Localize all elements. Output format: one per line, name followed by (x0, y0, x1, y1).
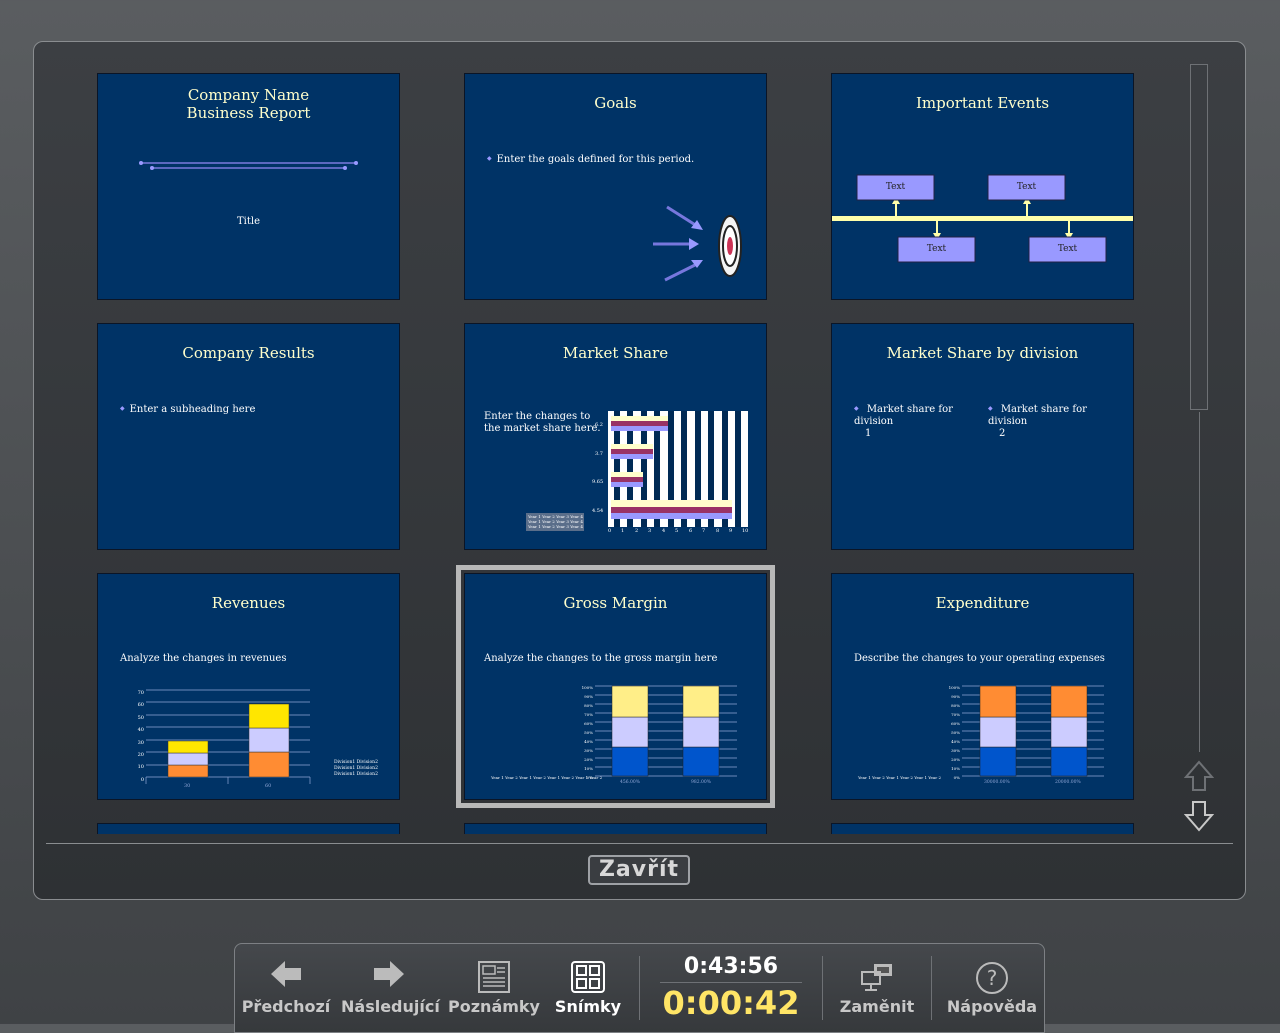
toolbar-divider (931, 956, 932, 1020)
slide-thumbnail-7[interactable]: Revenues Analyze the changes in revenues (97, 573, 400, 800)
chart-x-label: 30000.00% (984, 780, 1010, 785)
slide-sorter-panel: Company Name Business Report Title Goals… (33, 41, 1246, 900)
swap-displays-icon (861, 964, 892, 991)
chart-legend: Year 1 Year 2 Year 3 Year 4 Year 1 Year … (528, 514, 583, 529)
toolbar-divider (822, 956, 823, 1020)
notes-label: Poznámky (448, 997, 540, 1016)
chart-legend: Year 1 Year 2 Year 1 Year 2 Year 1 Year … (491, 775, 603, 780)
help-button[interactable]: ? Nápověda (943, 944, 1041, 1024)
notes-icon (478, 961, 510, 993)
presenter-toolbar: Předchozí Následující Poznámky Snímky 0:… (234, 943, 1045, 1033)
event-box-label: Text (1057, 244, 1078, 254)
slide-thumbnail-12[interactable] (831, 823, 1134, 834)
toolbar-divider (639, 956, 640, 1020)
slides-button[interactable]: Snímky (551, 944, 625, 1024)
slide-thumbnail-1[interactable]: Company Name Business Report Title (97, 73, 400, 300)
slide-bullet: Market share for division2 (988, 403, 1128, 440)
title-divider-graphic (139, 161, 358, 170)
slide-thumbnail-5[interactable]: Market Share Enter the changes to the ma… (464, 323, 767, 550)
arrow-right-icon (374, 961, 404, 987)
chart-y-ticks: 100% 90% 80% 70% 60% 50% 40% 30% 20% 10% 0% (948, 685, 960, 780)
slide-grid: Company Name Business Report Title Goals… (34, 42, 1184, 834)
scroll-up-icon[interactable] (1184, 760, 1214, 792)
event-box-label: Text (1016, 182, 1037, 192)
slide-thumbnail-2[interactable]: Goals Enter the goals defined for this p… (464, 73, 767, 300)
next-label: Následující (341, 997, 440, 1016)
svg-text:?: ? (987, 966, 998, 990)
chart-y-label: 4.54 (592, 508, 604, 514)
scrollbar-thumb[interactable] (1190, 64, 1208, 410)
chart-legend: Division1 Division2 Division1 Division2 Di… (334, 760, 378, 777)
panel-divider (46, 843, 1233, 844)
previous-button[interactable]: Předchozí (241, 944, 331, 1024)
slide-thumbnail-11[interactable] (464, 823, 767, 834)
slide-thumbnail-8[interactable]: Gross Margin Analyze the changes to the … (456, 565, 775, 808)
chart-x-label: 20000.00% (1055, 780, 1081, 785)
slides-grid-icon (571, 961, 605, 993)
chart-y-ticks: 70 60 50 40 30 20 10 0 (137, 690, 144, 783)
chart-y-ticks: 100% 90% 80% 70% 60% 50% 40% 30% 20% 10% 0% (581, 685, 593, 780)
scrollbar-track[interactable] (1199, 412, 1200, 752)
market-share-chart (526, 411, 748, 531)
slide-bullet: Enter a subheading here (120, 403, 256, 416)
slide-thumbnail-3[interactable]: Important Events Text Text Text Text (831, 73, 1134, 300)
swap-displays-button[interactable]: Zaměnit (833, 944, 921, 1024)
event-box-label: Text (885, 182, 906, 192)
expenditure-chart (962, 685, 1104, 777)
elapsed-time[interactable]: 0:00:42 (660, 985, 802, 1021)
event-box-label: Text (926, 244, 947, 254)
gross-margin-chart (595, 685, 737, 777)
slide-title: Market Share by division (886, 344, 1079, 362)
chart-y-label: 9.65 (592, 479, 604, 485)
slide-title: Company Results (182, 344, 315, 362)
slide-thumbnail-4[interactable]: Company Results Enter a subheading here (97, 323, 400, 550)
slides-label: Snímky (554, 997, 622, 1016)
slide-thumbnail-6[interactable]: Market Share by division Market share fo… (831, 323, 1134, 550)
swap-label: Zaměnit (839, 997, 915, 1016)
slide-subtitle: Title (236, 216, 260, 227)
help-icon: ? (976, 962, 1008, 994)
slide-thumbnail-10[interactable] (97, 823, 400, 834)
chart-legend: Year 1 Year 2 Year 1 Year 2 Year 1 Year … (858, 775, 942, 780)
scroll-down-icon[interactable] (1184, 800, 1214, 832)
chart-y-label: 3.7 (595, 451, 603, 457)
chart-x-label: 456.00% (620, 780, 641, 785)
arrow-left-icon (271, 961, 301, 987)
next-button[interactable]: Následující (341, 944, 440, 1024)
notes-button[interactable]: Poznámky (447, 944, 541, 1024)
chart-x-label: 982.00% (691, 780, 712, 785)
target-graphic (653, 205, 742, 282)
chart-x-label: 30 (184, 783, 191, 789)
help-label: Nápověda (946, 997, 1038, 1016)
previous-label: Předchozí (241, 997, 331, 1016)
chart-x-label: 60 (265, 783, 272, 789)
clock-time: 0:43:56 (683, 954, 779, 979)
chart-y-label: 6.2 (595, 422, 603, 428)
presentation-clock: 0:43:56 0:00:42 (660, 954, 802, 1021)
slide-bullet: Market share for division1 (854, 403, 984, 440)
slide-thumbnail-9[interactable]: Expenditure Describe the changes to your… (831, 573, 1134, 800)
close-button[interactable]: Zavřít (588, 855, 690, 885)
